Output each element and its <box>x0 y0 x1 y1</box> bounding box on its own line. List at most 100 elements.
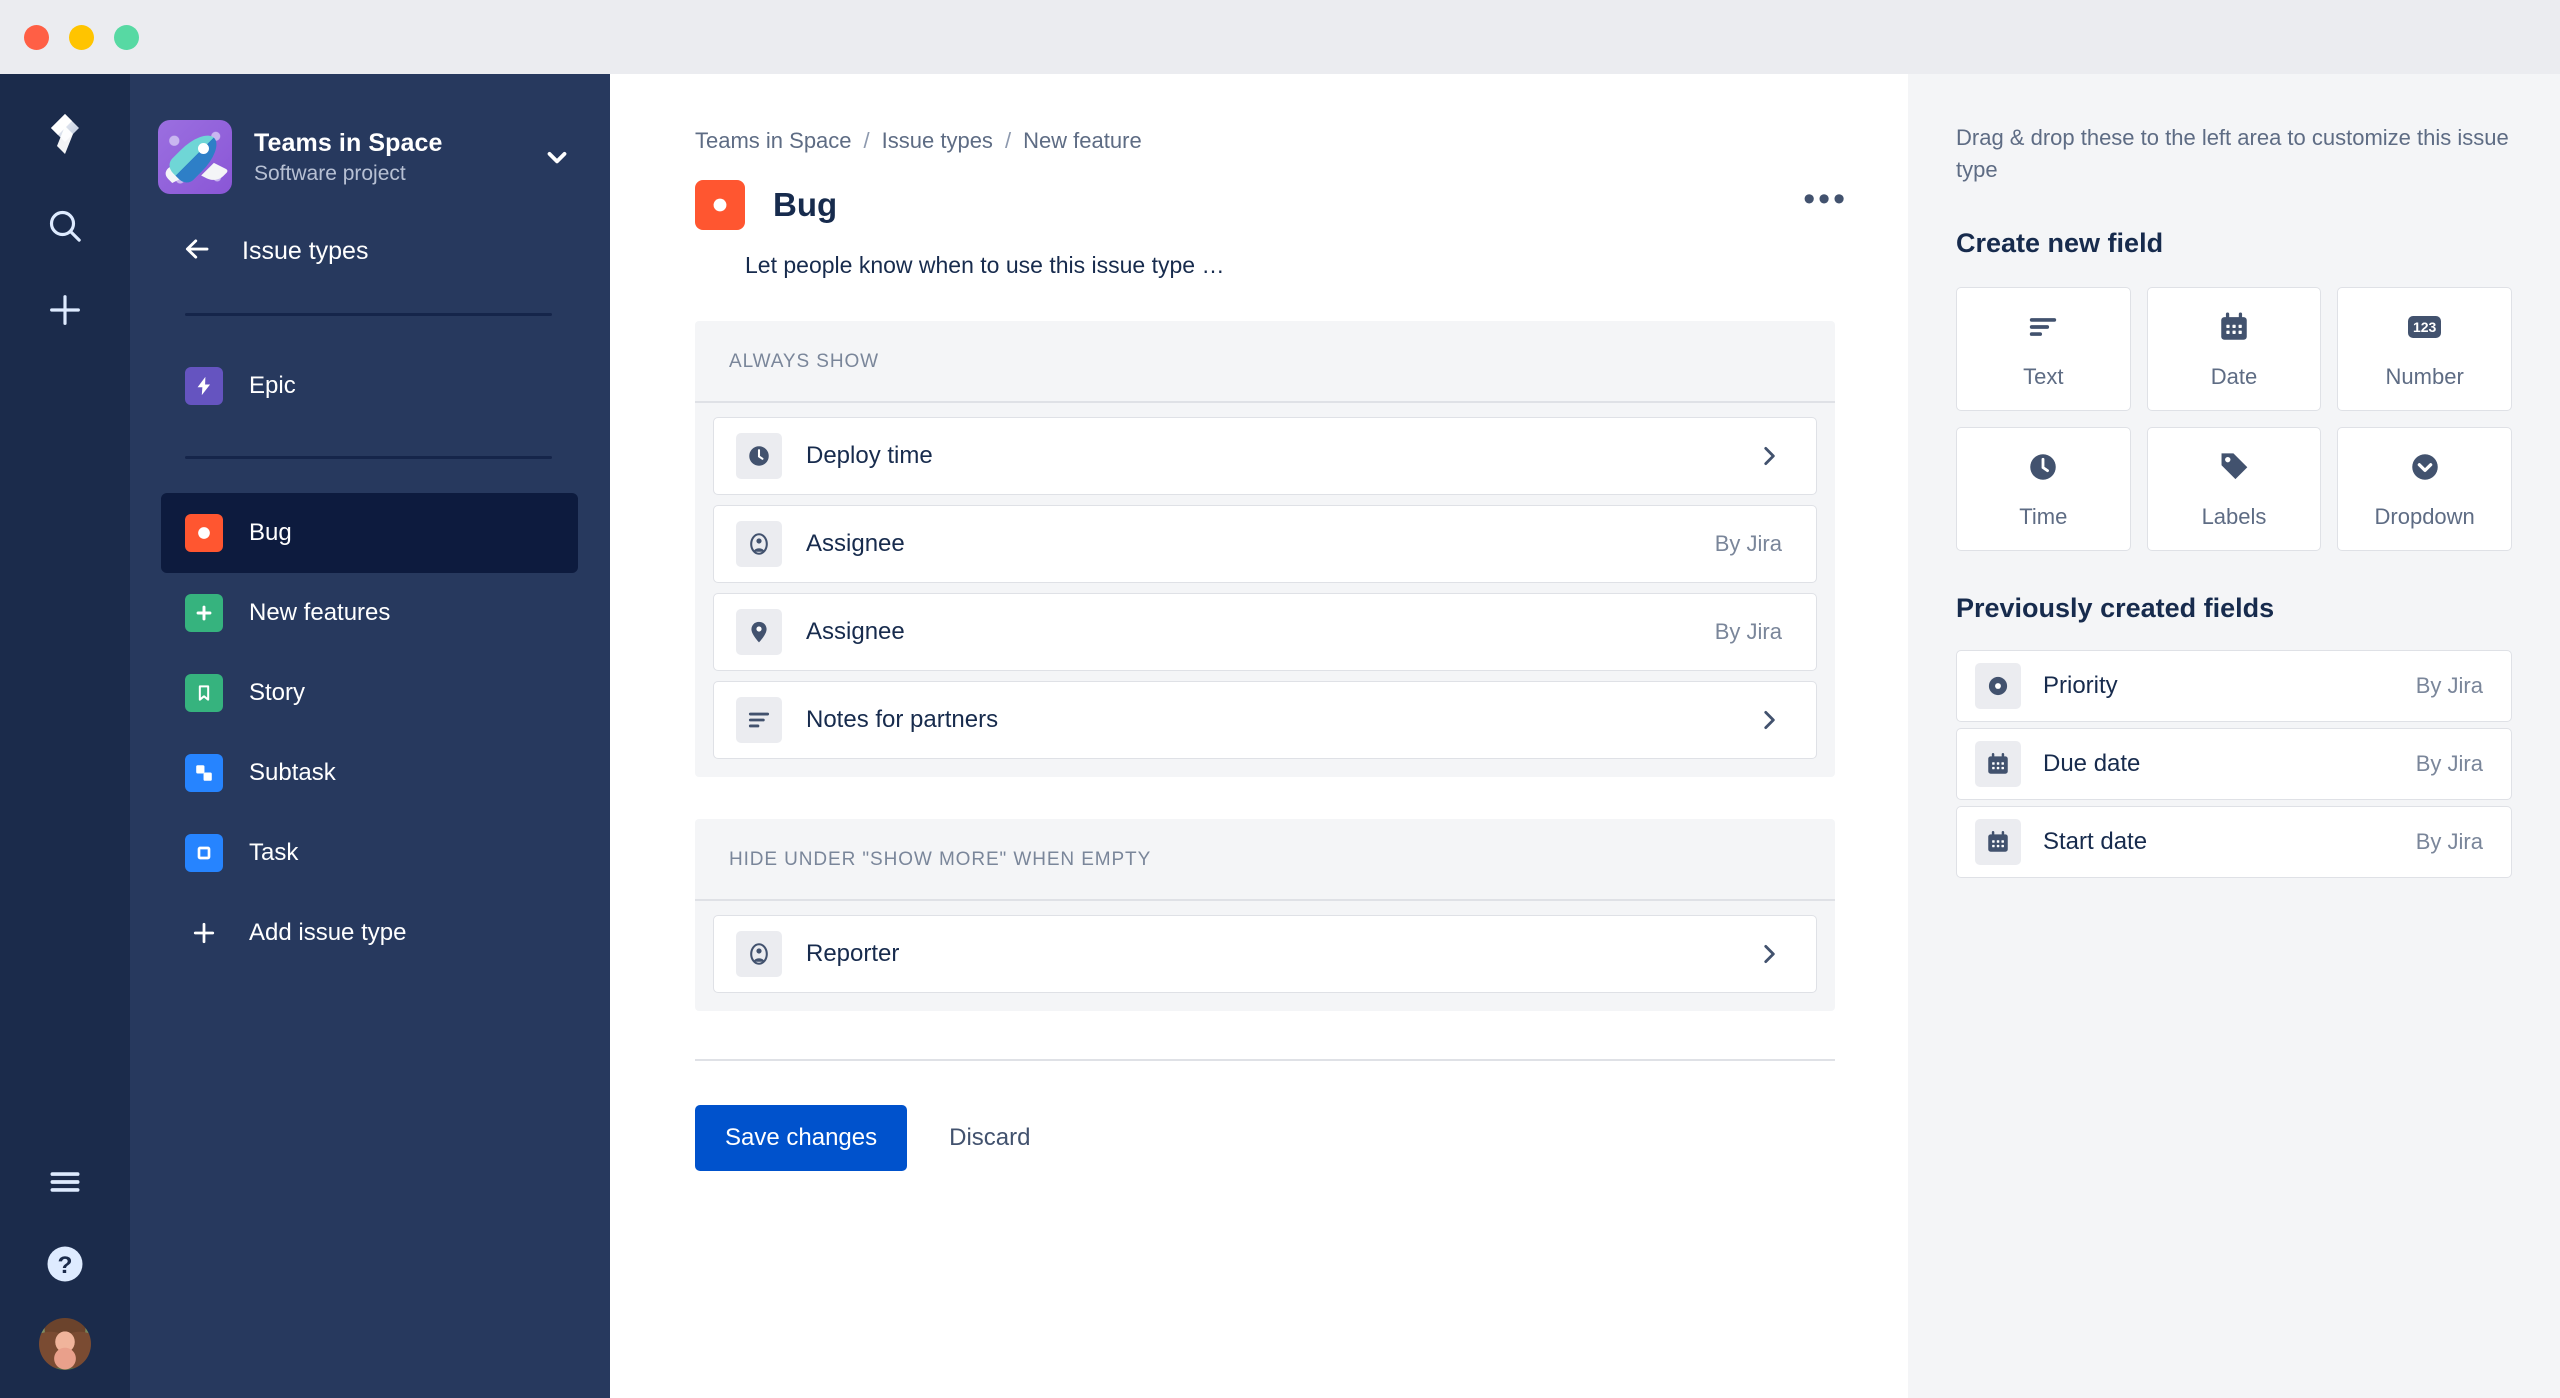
close-window-button[interactable] <box>24 25 49 50</box>
maximize-window-button[interactable] <box>114 25 139 50</box>
field-type-grid: Text Date 123 Number Time Labels Dropdow… <box>1956 286 2512 551</box>
section-always-show: ALWAYS SHOW Deploy time Assignee By Jira… <box>695 321 1835 777</box>
clock-icon <box>2026 448 2060 486</box>
previously-created-fields-title: Previously created fields <box>1956 592 2275 623</box>
field-type-card-labels[interactable]: Labels <box>2146 426 2322 551</box>
field-row[interactable]: Deploy time <box>713 417 1817 495</box>
add-issue-type-label: Add issue type <box>249 919 407 946</box>
list-item[interactable]: Start date By Jira <box>1956 805 2512 878</box>
sidebar-item-subtask[interactable]: Subtask <box>161 733 578 813</box>
discard-button[interactable]: Discard <box>945 1114 1034 1162</box>
save-button[interactable]: Save changes <box>695 1105 908 1171</box>
sidebar-item-task[interactable]: Task <box>161 813 578 893</box>
subtask-icon <box>185 754 223 792</box>
field-type-label: Labels <box>2201 503 2267 529</box>
sidebar-divider-bottom <box>185 456 552 459</box>
svg-text:?: ? <box>58 1252 73 1279</box>
field-provider: By Jira <box>2415 750 2483 776</box>
field-type-label: Dropdown <box>2374 503 2475 529</box>
jira-logo-icon[interactable] <box>37 106 93 162</box>
field-row[interactable]: Notes for partners <box>713 681 1817 759</box>
global-nav-rail: ? <box>0 74 130 1398</box>
field-type-card-date[interactable]: Date <box>2146 286 2322 411</box>
project-name: Teams in Space <box>254 128 443 157</box>
tag-icon <box>2217 448 2251 486</box>
field-name: Reporter <box>806 940 900 967</box>
epic-group: Epic <box>130 346 610 426</box>
breadcrumb: Teams in Space / Issue types / New featu… <box>610 74 1908 154</box>
story-icon <box>185 674 223 712</box>
add-issue-type-button[interactable]: Add issue type <box>161 893 578 973</box>
create-new-field-title: Create new field <box>1956 227 2164 258</box>
help-icon[interactable]: ? <box>37 1236 93 1292</box>
field-row[interactable]: Assignee By Jira <box>713 505 1817 583</box>
priority-icon <box>1975 662 2021 709</box>
breadcrumb-item-issue-types[interactable]: Issue types <box>882 128 993 154</box>
field-provider: By Jira <box>2415 828 2483 854</box>
plus-icon <box>185 918 223 948</box>
calendar-icon <box>1975 740 2021 787</box>
chevron-right-icon[interactable] <box>1756 941 1782 967</box>
field-row[interactable]: Reporter <box>713 915 1817 993</box>
field-type-card-text[interactable]: Text <box>1956 286 2131 411</box>
field-name: Priority <box>2043 671 2118 699</box>
arrow-left-icon <box>182 234 212 269</box>
calendar-icon <box>2217 308 2251 346</box>
sidebar-item-bug[interactable]: Bug <box>161 493 578 573</box>
field-name: Deploy time <box>806 442 933 469</box>
sidebar-item-epic[interactable]: Epic <box>161 346 578 426</box>
search-icon[interactable] <box>37 198 93 254</box>
user-circle-icon <box>736 931 782 977</box>
breadcrumb-item-current[interactable]: New feature <box>1023 128 1142 154</box>
section-field-list: Reporter <box>695 901 1835 1011</box>
form-actions: Save changes Discard <box>695 1105 1908 1171</box>
field-name: Start date <box>2043 827 2148 855</box>
chevron-right-icon[interactable] <box>1756 707 1782 733</box>
menu-icon[interactable] <box>37 1154 93 1210</box>
list-item[interactable]: Due date By Jira <box>1956 727 2512 800</box>
field-name: Assignee <box>806 618 905 645</box>
back-label: Issue types <box>242 237 369 265</box>
plus-icon[interactable] <box>37 282 93 338</box>
chevron-down-icon[interactable] <box>542 142 576 172</box>
project-sidebar: Teams in Space Software project Issue ty… <box>130 74 610 1398</box>
tag-icon <box>736 609 782 655</box>
more-horizontal-icon[interactable]: ••• <box>1803 182 1848 217</box>
minimize-window-button[interactable] <box>69 25 94 50</box>
field-type-label: Text <box>2023 363 2064 389</box>
project-header[interactable]: Teams in Space Software project <box>130 74 610 194</box>
panel-hint: Drag & drop these to the left area to cu… <box>1956 125 2509 182</box>
sidebar-item-label: Story <box>249 679 306 706</box>
back-to-issue-types[interactable]: Issue types <box>130 194 610 269</box>
field-type-label: Date <box>2210 363 2258 389</box>
project-title-block: Teams in Space Software project <box>254 128 520 186</box>
text-lines-icon <box>2026 308 2060 346</box>
field-type-card-time[interactable]: Time <box>1956 426 2131 551</box>
list-item[interactable]: Priority By Jira <box>1956 649 2512 722</box>
chevron-right-icon[interactable] <box>1756 443 1782 469</box>
new-feature-icon <box>185 594 223 632</box>
breadcrumb-separator: / <box>1004 128 1012 153</box>
sidebar-item-new-features[interactable]: New features <box>161 573 578 653</box>
field-provider: By Jira <box>2415 672 2483 698</box>
issue-type-list: Bug New features Story Subtask Task Add … <box>130 493 610 973</box>
number-123-icon: 123 <box>2407 308 2442 346</box>
sidebar-item-story[interactable]: Story <box>161 653 578 733</box>
field-provider: By Jira <box>1714 531 1782 556</box>
calendar-icon <box>1975 818 2021 865</box>
field-library-panel: Drag & drop these to the left area to cu… <box>1908 74 2560 1398</box>
actions-divider <box>695 1059 1835 1061</box>
field-name: Notes for partners <box>806 706 999 733</box>
breadcrumb-item-project[interactable]: Teams in Space <box>695 128 852 154</box>
sidebar-item-label: Task <box>249 839 299 866</box>
bug-icon <box>695 180 745 230</box>
section-heading: HIDE UNDER "SHOW MORE" WHEN EMPTY <box>695 819 1835 901</box>
window-title-bar <box>0 0 2560 74</box>
field-type-card-dropdown[interactable]: Dropdown <box>2337 426 2512 551</box>
avatar[interactable] <box>39 1318 91 1370</box>
field-row[interactable]: Assignee By Jira <box>713 593 1817 671</box>
sidebar-item-label: Subtask <box>249 759 336 786</box>
field-name: Assignee <box>806 530 905 557</box>
field-type-card-number[interactable]: 123 Number <box>2337 286 2512 411</box>
issue-type-description[interactable]: Let people know when to use this issue t… <box>610 230 1908 279</box>
